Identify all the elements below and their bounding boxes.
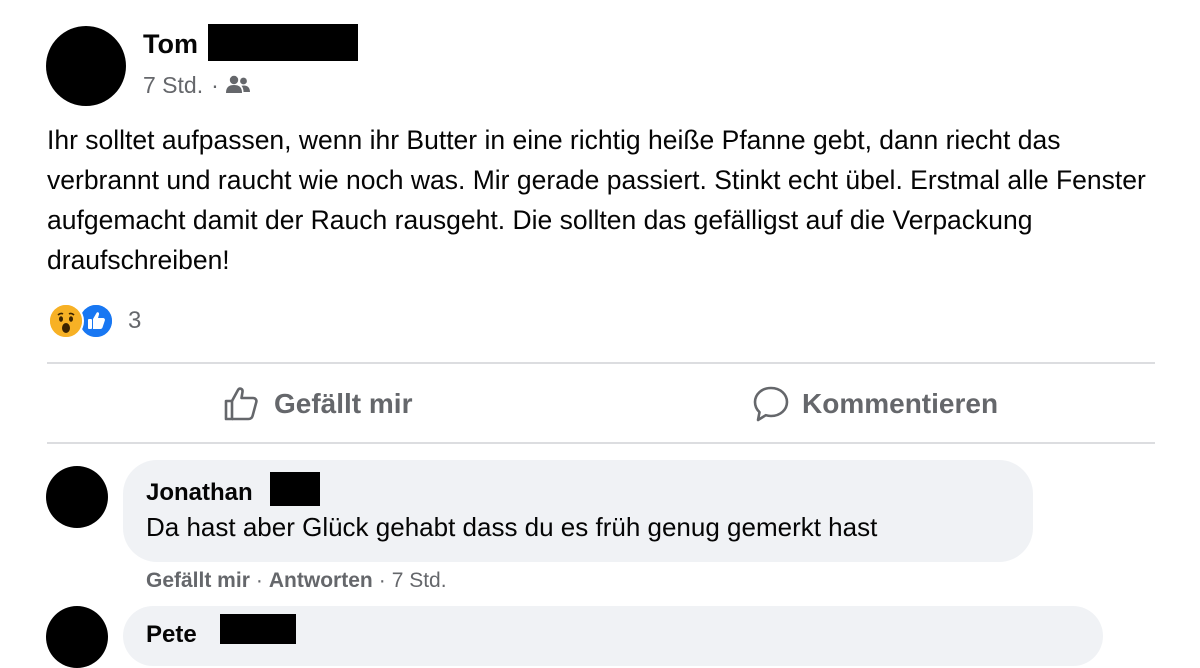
comment-like-button[interactable]: Gefällt mir [146, 569, 250, 593]
comment-button-label: Kommentieren [802, 388, 999, 419]
friends-icon[interactable] [225, 75, 251, 95]
reaction-count[interactable]: 3 [128, 307, 141, 335]
comment-author-avatar-2[interactable] [46, 606, 108, 668]
post-timestamp[interactable]: 7 Std. [143, 72, 203, 99]
redacted-surname [270, 472, 320, 506]
comment-author-name-2[interactable]: Pete [146, 620, 197, 650]
comment-button[interactable]: Kommentieren [752, 380, 998, 428]
post-meta: 7 Std. · [143, 70, 251, 100]
redacted-surname-2 [220, 614, 296, 644]
post-text: Ihr solltet aufpassen, wenn ihr Butter i… [47, 125, 1146, 275]
comment-reply-button[interactable]: Antworten [269, 569, 373, 593]
reactions-summary[interactable]: 3 [48, 303, 141, 339]
comment-actions: Gefällt mir · Antworten · 7 Std. [146, 566, 447, 596]
like-button-label: Gefällt mir [274, 388, 413, 419]
like-button[interactable]: Gefällt mir [222, 380, 412, 428]
redacted-surname [208, 24, 358, 61]
thumbs-up-icon [222, 384, 274, 424]
comment-separator: · [255, 569, 263, 592]
post-author-avatar[interactable] [46, 26, 126, 106]
comment-text: Da hast aber Glück gehabt dass du es frü… [146, 512, 878, 542]
divider-top [47, 362, 1155, 364]
comment-author-avatar[interactable] [46, 466, 108, 528]
divider-bottom [47, 442, 1155, 444]
comment-timestamp[interactable]: 7 Std. [392, 569, 447, 593]
post-author-name[interactable]: Tom [143, 27, 198, 61]
comment-author-name[interactable]: Jonathan [146, 478, 253, 508]
comment-separator: · [378, 569, 386, 592]
meta-separator: · [211, 71, 219, 98]
wow-reaction-icon [48, 303, 84, 339]
speech-bubble-icon [752, 385, 802, 423]
